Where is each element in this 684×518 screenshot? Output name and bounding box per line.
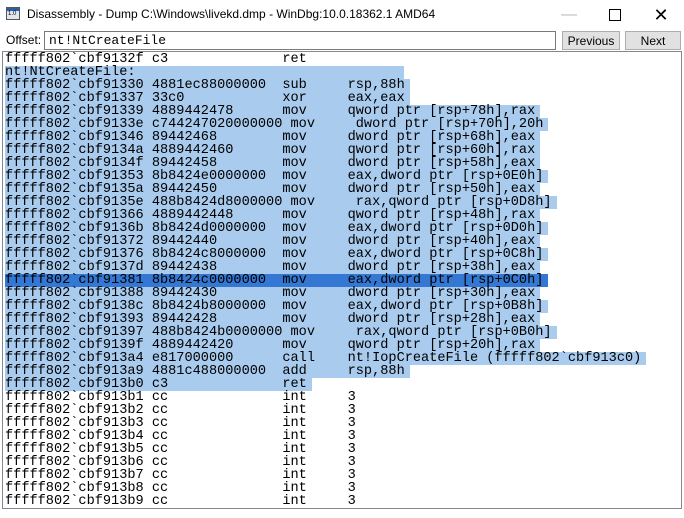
disassembly-lines: fffff802`cbf9132f c3 ret nt!NtCreateFile:… xyxy=(5,53,647,508)
next-button[interactable]: Next xyxy=(625,31,681,50)
disassembly-view[interactable]: fffff802`cbf9132f c3 ret nt!NtCreateFile:… xyxy=(2,51,682,509)
offset-label: Offset: xyxy=(6,33,42,47)
window-title: Disassembly - Dump C:\Windows\livekd.dmp… xyxy=(27,7,436,21)
previous-button[interactable]: Previous xyxy=(562,31,620,50)
windbg-app-icon xyxy=(6,7,20,20)
disassembly-line-text: fffff802`cbf913b9 cc int 3 xyxy=(5,494,356,509)
maximize-button[interactable] xyxy=(592,0,638,30)
minimize-button[interactable]: — xyxy=(546,0,592,30)
maximize-icon xyxy=(609,9,621,21)
disassembly-line[interactable]: fffff802`cbf913b9 cc int 3 xyxy=(5,495,646,508)
title-bar[interactable]: Disassembly - Dump C:\Windows\livekd.dmp… xyxy=(0,0,684,30)
close-button[interactable]: ✕ xyxy=(638,0,684,30)
offset-input[interactable]: nt!NtCreateFile xyxy=(44,31,556,50)
